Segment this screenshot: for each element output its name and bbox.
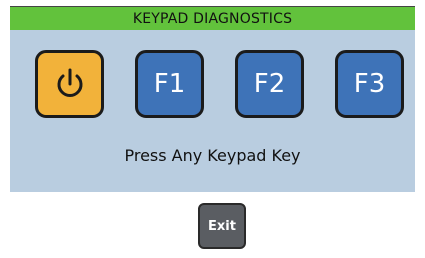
screen-title: KEYPAD DIAGNOSTICS: [10, 6, 415, 31]
keypad-prompt: Press Any Keypad Key: [124, 146, 301, 165]
f1-key[interactable]: F1: [135, 50, 204, 118]
f3-key[interactable]: F3: [335, 50, 404, 118]
exit-button[interactable]: Exit: [198, 203, 246, 249]
power-icon: [57, 68, 82, 97]
power-key[interactable]: [35, 50, 104, 118]
f2-key[interactable]: F2: [235, 50, 304, 118]
device-bezel: [0, 0, 10, 258]
